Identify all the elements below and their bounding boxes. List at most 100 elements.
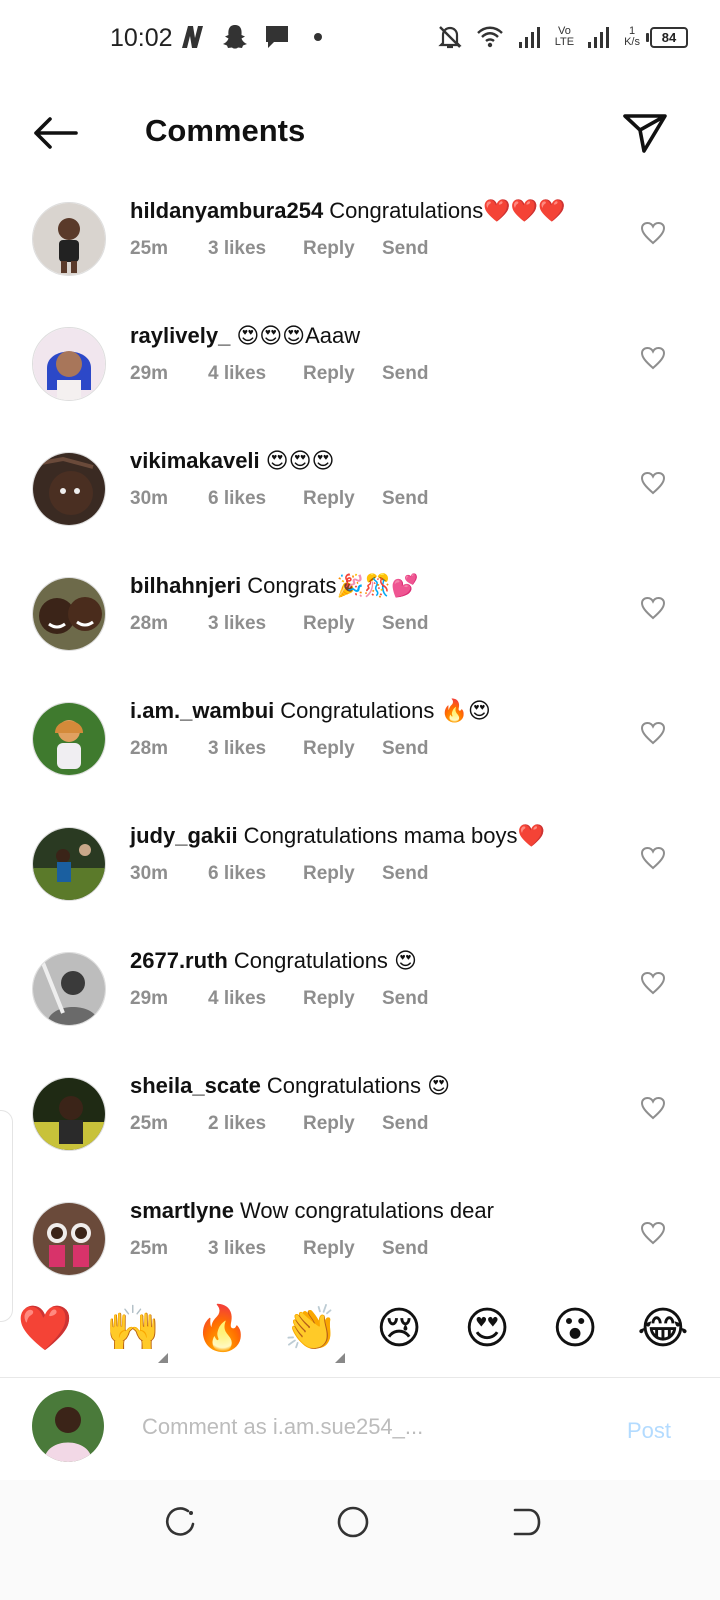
comment-text-line: 2677.ruth Congratulations 😍 xyxy=(130,948,417,974)
comment-username[interactable]: hildanyambura254 xyxy=(130,198,323,223)
reply-button[interactable]: Reply xyxy=(303,238,355,260)
post-button[interactable]: Post xyxy=(627,1418,671,1444)
heart-outline-icon[interactable] xyxy=(640,1095,666,1121)
comment-username[interactable]: vikimakaveli xyxy=(130,448,260,473)
comment-username[interactable]: bilhahnjeri xyxy=(130,573,241,598)
comment-likes[interactable]: 4 likes xyxy=(208,988,266,1010)
comment-username[interactable]: raylively_ xyxy=(130,323,230,348)
comment-username[interactable]: i.am._wambui xyxy=(130,698,274,723)
home-circle-icon[interactable] xyxy=(333,1502,373,1542)
comment-time: 28m xyxy=(130,613,169,634)
comment-row: i.am._wambui Congratulations 🔥😍 28m 3 lik… xyxy=(0,680,720,808)
comment-row: sheila_scate Congratulations 😍 25m 2 like… xyxy=(0,1055,720,1183)
comment-likes[interactable]: 2 likes xyxy=(208,1113,266,1135)
comment-likes[interactable]: 6 likes xyxy=(208,488,266,510)
emoji-heart-button[interactable]: ❤️ xyxy=(15,1303,75,1355)
heart-outline-icon[interactable] xyxy=(640,595,666,621)
avatar[interactable] xyxy=(32,202,106,276)
system-navigation-bar xyxy=(0,1480,720,1600)
heart-outline-icon[interactable] xyxy=(640,845,666,871)
send-button[interactable]: Send xyxy=(382,1238,428,1260)
emoji-quick-bar: ❤️ 🙌 🔥 👏 😢 😍 😮 😂 xyxy=(0,1285,720,1378)
comment-username[interactable]: smartlyne xyxy=(130,1198,234,1223)
reply-button[interactable]: Reply xyxy=(303,488,355,510)
battery-level: 84 xyxy=(661,29,677,45)
arrow-left-icon[interactable] xyxy=(30,113,80,153)
heart-outline-icon[interactable] xyxy=(640,720,666,746)
avatar[interactable] xyxy=(32,452,106,526)
comment-row: bilhahnjeri Congrats🎉🎊💕 28m 3 likes Reply… xyxy=(0,555,720,683)
comment-body: Congratulations 😍 xyxy=(233,948,417,973)
send-button[interactable]: Send xyxy=(382,613,428,635)
heart-outline-icon[interactable] xyxy=(640,970,666,996)
comment-username[interactable]: 2677.ruth xyxy=(130,948,228,973)
reply-button[interactable]: Reply xyxy=(303,1238,355,1260)
reply-button[interactable]: Reply xyxy=(303,363,355,385)
heart-outline-icon[interactable] xyxy=(640,1220,666,1246)
comment-likes[interactable]: 3 likes xyxy=(208,238,266,260)
send-button[interactable]: Send xyxy=(382,863,428,885)
comment-body: 😍😍😍Aaaw xyxy=(236,323,361,348)
comment-likes[interactable]: 4 likes xyxy=(208,363,266,385)
heart-outline-icon[interactable] xyxy=(640,220,666,246)
paper-plane-icon[interactable] xyxy=(622,111,668,155)
recents-icon[interactable] xyxy=(160,1502,200,1542)
send-button[interactable]: Send xyxy=(382,488,428,510)
emoji-joy-button[interactable]: 😂 xyxy=(633,1303,693,1355)
notification-icons xyxy=(178,22,322,52)
avatar[interactable] xyxy=(32,577,106,651)
emoji-heart-eyes-button[interactable]: 😍 xyxy=(457,1303,517,1355)
avatar[interactable] xyxy=(32,1202,106,1276)
volte-label-bottom: LTE xyxy=(554,36,575,48)
send-button[interactable]: Send xyxy=(382,1113,428,1135)
avatar[interactable] xyxy=(32,327,106,401)
reply-button[interactable]: Reply xyxy=(303,738,355,760)
avatar[interactable] xyxy=(32,952,106,1026)
send-button[interactable]: Send xyxy=(382,363,428,385)
comment-body: Congrats🎉🎊💕 xyxy=(247,573,419,598)
signal-icon-1 xyxy=(518,27,540,48)
volte-indicator: Vo LTE xyxy=(555,26,574,48)
avatar[interactable] xyxy=(32,1077,106,1151)
comment-body: Wow congratulations dear xyxy=(239,1198,494,1223)
comment-row: raylively_ 😍😍😍Aaaw 29m 4 likes Reply Send xyxy=(0,305,720,433)
emoji-surprised-button[interactable]: 😮 xyxy=(545,1303,605,1355)
emoji-raised-hands-button[interactable]: 🙌 xyxy=(103,1303,163,1355)
emoji-fire-button[interactable]: 🔥 xyxy=(192,1303,252,1355)
comment-likes[interactable]: 3 likes xyxy=(208,738,266,760)
comment-likes[interactable]: 3 likes xyxy=(208,613,266,635)
back-icon[interactable] xyxy=(505,1502,545,1542)
status-time: 10:02 xyxy=(110,24,173,52)
send-button[interactable]: Send xyxy=(382,988,428,1010)
comment-body: Congratulations 🔥😍 xyxy=(280,698,491,723)
send-button[interactable]: Send xyxy=(382,738,428,760)
comment-time: 29m xyxy=(130,988,169,1009)
comment-input[interactable] xyxy=(140,1406,584,1448)
comment-body: Congratulations mama boys❤️ xyxy=(243,823,545,848)
skin-tone-marker-icon xyxy=(158,1353,168,1363)
reply-button[interactable]: Reply xyxy=(303,988,355,1010)
comment-likes[interactable]: 3 likes xyxy=(208,1238,266,1260)
reply-button[interactable]: Reply xyxy=(303,613,355,635)
avatar[interactable] xyxy=(32,702,106,776)
send-button[interactable]: Send xyxy=(382,238,428,260)
wifi-icon xyxy=(476,26,503,48)
emoji-clap-button[interactable]: 👏 xyxy=(281,1303,341,1355)
comment-likes[interactable]: 6 likes xyxy=(208,863,266,885)
heart-outline-icon[interactable] xyxy=(640,470,666,496)
heart-outline-icon[interactable] xyxy=(640,345,666,371)
comments-list[interactable]: hildanyambura254 Congratulations❤️❤️❤️ 25… xyxy=(0,180,720,1280)
comment-username[interactable]: judy_gakii xyxy=(130,823,238,848)
reply-button[interactable]: Reply xyxy=(303,1113,355,1135)
avatar[interactable] xyxy=(32,1390,104,1462)
comment-text-line: judy_gakii Congratulations mama boys❤️ xyxy=(130,823,545,849)
reply-button[interactable]: Reply xyxy=(303,863,355,885)
avatar[interactable] xyxy=(32,827,106,901)
more-notifications-dot xyxy=(314,33,322,41)
emoji-crying-button[interactable]: 😢 xyxy=(369,1303,429,1355)
network-rate: 1 K/s xyxy=(624,26,640,48)
comment-text-line: hildanyambura254 Congratulations❤️❤️❤️ xyxy=(130,198,565,224)
comment-username[interactable]: sheila_scate xyxy=(130,1073,261,1098)
comment-row: smartlyne Wow congratulations dear 25m 3 … xyxy=(0,1180,720,1280)
comment-row: hildanyambura254 Congratulations❤️❤️❤️ 25… xyxy=(0,180,720,308)
